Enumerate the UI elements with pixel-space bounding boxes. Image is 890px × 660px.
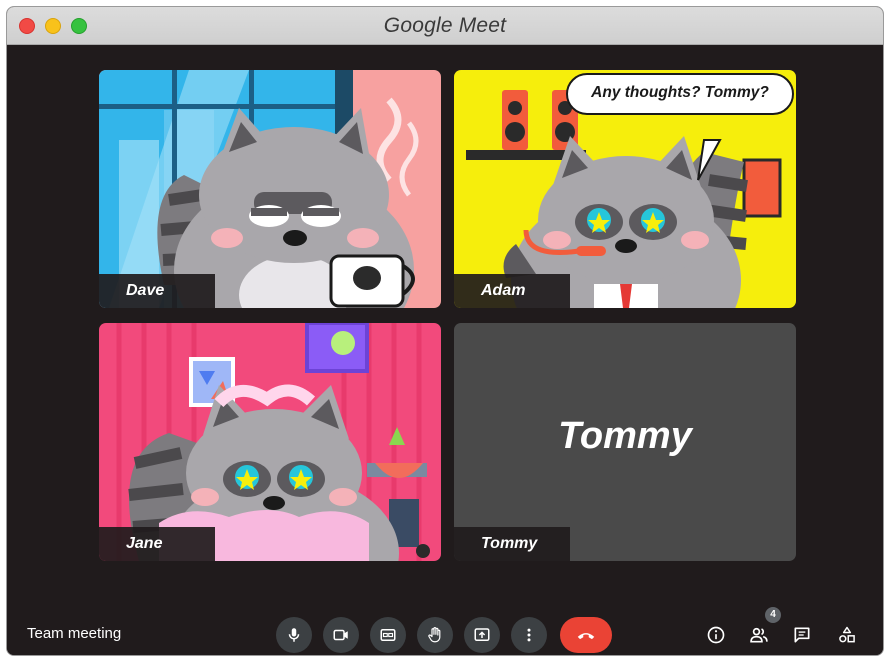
participant-name-label: Tommy <box>454 527 570 561</box>
microphone-button[interactable] <box>276 617 312 653</box>
title-bar: Google Meet <box>7 7 883 45</box>
participant-name-label: Jane <box>99 527 215 561</box>
hang-up-button[interactable] <box>560 617 612 653</box>
participant-count-badge: 4 <box>765 607 781 623</box>
participant-name-label: Adam <box>454 274 570 308</box>
activities-icon <box>839 626 855 643</box>
jane-video-feed <box>99 323 441 561</box>
meeting-name: Team meeting <box>27 625 122 642</box>
raise-hand-button[interactable] <box>417 617 453 653</box>
people-icon <box>750 627 768 643</box>
raise-hand-icon <box>428 627 441 643</box>
activities-button[interactable] <box>835 623 859 647</box>
participant-placeholder-name: Tommy <box>558 415 692 457</box>
microphone-icon <box>288 628 300 642</box>
participant-name-label: Dave <box>99 274 215 308</box>
present-screen-button[interactable] <box>464 617 500 653</box>
meet-window: Google Meet Dave Any thoughts? Tommy? Ad… <box>6 6 884 656</box>
people-button[interactable] <box>747 623 771 647</box>
more-options-button[interactable] <box>511 617 547 653</box>
chat-button[interactable] <box>790 623 814 647</box>
speech-bubble: Any thoughts? Tommy? <box>566 73 794 115</box>
participant-tile-tommy[interactable]: Tommy Tommy <box>454 323 796 561</box>
participant-tile-jane[interactable]: Jane <box>99 323 441 561</box>
participant-tile-dave[interactable]: Dave <box>99 70 441 308</box>
meeting-toolbar: Team meeting 4 <box>7 601 883 655</box>
info-icon <box>707 626 725 644</box>
dave-video-feed <box>99 70 441 308</box>
present-screen-icon <box>474 628 490 641</box>
hang-up-icon <box>577 633 595 640</box>
more-options-icon <box>527 628 531 642</box>
chat-icon <box>794 627 810 643</box>
window-title: Google Meet <box>383 14 507 37</box>
participant-tile-adam[interactable]: Any thoughts? Tommy? Adam <box>454 70 796 308</box>
captions-icon <box>380 629 396 641</box>
meeting-info-button[interactable] <box>704 623 728 647</box>
camera-button[interactable] <box>323 617 359 653</box>
captions-button[interactable] <box>370 617 406 653</box>
camera-icon <box>333 629 348 641</box>
